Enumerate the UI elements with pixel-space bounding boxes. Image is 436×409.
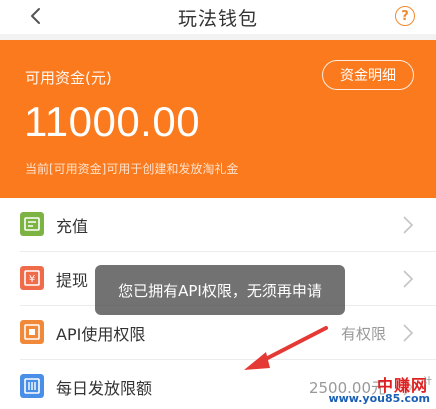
- balance-card: 可用资金(元) 资金明细 11000.00 当前[可用资金]可用于创建和发放淘礼…: [0, 40, 436, 198]
- withdraw-icon: ¥: [20, 266, 44, 290]
- chevron-right-icon: [403, 324, 414, 342]
- back-arrow-icon[interactable]: [26, 6, 46, 26]
- chevron-right-icon: [403, 216, 414, 234]
- toast-message: 您已拥有API权限，无须再申请: [95, 265, 345, 315]
- available-funds-label: 可用资金(元): [25, 69, 112, 87]
- menu-item-label: API使用权限: [56, 325, 146, 344]
- available-funds-note: 当前[可用资金]可用于创建和发放淘礼金: [25, 162, 239, 176]
- available-funds-amount: 11000.00: [24, 98, 201, 145]
- menu-item-value: 有权限: [340, 325, 386, 343]
- menu-item-label: 充值: [56, 217, 89, 236]
- chevron-right-icon: [403, 270, 414, 288]
- site-watermark: 中赚网 计 www.you85.com: [328, 370, 436, 409]
- help-question-icon[interactable]: ?: [395, 6, 415, 26]
- menu-item-recharge[interactable]: 充值: [0, 198, 436, 252]
- menu-item-label: 提现: [56, 271, 89, 290]
- annotation-arrow-icon: [244, 326, 328, 370]
- menu-item-label: 每日发放限额: [56, 379, 153, 398]
- watermark-url: www.you85.com: [328, 392, 430, 405]
- watermark-small-text: 计: [422, 377, 432, 387]
- daily-limit-icon: [20, 374, 44, 398]
- funds-detail-button[interactable]: 资金明细: [322, 60, 414, 90]
- nav-header: 玩法钱包 ?: [0, 0, 436, 34]
- recharge-icon: [20, 212, 44, 236]
- svg-text:¥: ¥: [29, 274, 35, 285]
- page-title: 玩法钱包: [177, 7, 258, 30]
- api-icon: [20, 320, 44, 344]
